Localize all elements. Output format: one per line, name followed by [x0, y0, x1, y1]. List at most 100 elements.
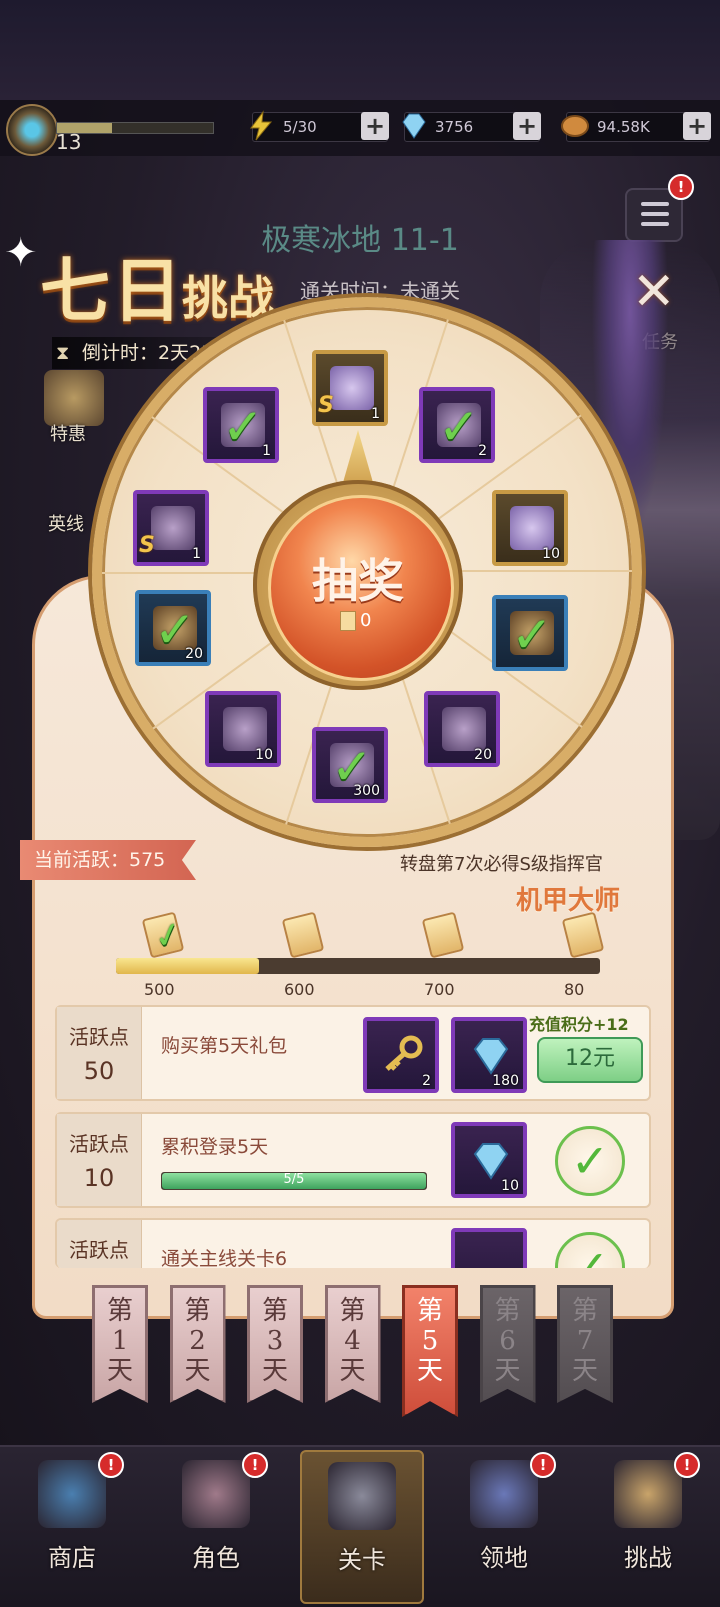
ticket-count-value: 0 [360, 610, 372, 631]
nav-label: 关卡 [338, 1546, 386, 1574]
task-points-label: 活跃点 [69, 1025, 129, 1049]
day-tab-1[interactable]: 第1天 [92, 1285, 148, 1403]
diamond-icon [402, 113, 426, 139]
event-title-seven-days: 七日 [40, 249, 184, 332]
nav-crossed-swords[interactable]: 关卡 [300, 1450, 424, 1604]
task-description: 累积登录5天 [161, 1136, 269, 1158]
reward-qty: 180 [492, 1073, 519, 1089]
nav-shop[interactable]: ! 商店 [12, 1450, 132, 1600]
day-tab-text: 7 [576, 1326, 594, 1356]
wheel-reward-commander-s-portrait-2[interactable]: S1 [133, 490, 209, 566]
wheel-reward-medal[interactable]: ✓ 2 [419, 387, 495, 463]
day-tab-text: 2 [189, 1326, 206, 1356]
wheel-reward-ticket[interactable]: ✓ 1 [203, 387, 279, 463]
wheel-reward-cake[interactable]: 20 [424, 691, 500, 767]
task-points-label: 活跃点 [69, 1238, 129, 1262]
day-tab-3[interactable]: 第3天 [247, 1285, 303, 1403]
add-gold-button[interactable]: + [683, 112, 711, 140]
wheel-reward-crystal-shard[interactable]: 10 [492, 490, 568, 566]
player-level: 13 [56, 130, 82, 154]
day-tab-5[interactable]: 第5天 [402, 1285, 458, 1417]
task-completed-check-icon[interactable]: ✓ [555, 1126, 625, 1196]
task-description: 通关主线关卡6 [161, 1248, 288, 1268]
wheel-reward-blue-chest[interactable]: ✓ 300 [312, 727, 388, 803]
reward-diamond-item[interactable]: 180 [451, 1017, 527, 1093]
add-diamond-button[interactable]: + [513, 112, 541, 140]
spin-ticket-count: 0 [340, 610, 371, 631]
day-tab-text: 第 [494, 1296, 521, 1326]
menu-line [641, 212, 669, 216]
spin-button-label: 抽奖 [312, 554, 404, 608]
diamond-icon [473, 1143, 509, 1180]
energy-value: 5/30 [283, 118, 317, 136]
reward-diamond-item[interactable] [451, 1228, 527, 1268]
nav-label: 挑战 [624, 1544, 672, 1572]
energy-resource: 5/30 + [250, 110, 389, 142]
crossed-swords-icon [328, 1462, 396, 1530]
day-tab-text: 天 [571, 1356, 598, 1386]
wheel-reward-commander-s-portrait[interactable]: S1 [312, 350, 388, 426]
reward-qty: 300 [353, 783, 380, 799]
key-icon [223, 707, 267, 751]
nav-character[interactable]: ! 角色 [156, 1450, 276, 1600]
day-tab-text: 4 [344, 1326, 361, 1356]
activity-progress-bar [116, 958, 600, 974]
task-points-label: 活跃点 [69, 1132, 129, 1156]
stage-title: 极寒冰地 11-1 [261, 223, 459, 258]
task-row: 活跃点 通关主线关卡6 ✓ [55, 1218, 651, 1268]
wheel-reward-book[interactable]: ✓ [492, 595, 568, 671]
wheel-guarantee-text: 转盘第7次必得S级指挥官 [400, 854, 603, 875]
gift-pack-icon[interactable] [44, 370, 104, 426]
day-tab-text: 天 [494, 1356, 521, 1386]
day-tab-text: 1 [111, 1326, 129, 1356]
close-button[interactable]: ✕ [632, 262, 676, 322]
day-tab-2[interactable]: 第2天 [169, 1285, 226, 1403]
reward-diamond-item[interactable]: 10 [451, 1122, 527, 1198]
special-offer-label: 特惠 [50, 424, 86, 445]
character-icon [182, 1460, 250, 1528]
reward-qty: 20 [185, 646, 203, 662]
gold-value: 94.58K [597, 118, 650, 136]
nav-label: 商店 [48, 1544, 96, 1572]
player-level-emblem-icon[interactable] [6, 104, 58, 156]
reward-qty: 1 [371, 406, 380, 422]
nav-label: 角色 [192, 1544, 240, 1572]
s-rank-badge: S [139, 533, 155, 558]
milestone-label: 80 [564, 980, 585, 999]
castle-icon [470, 1460, 538, 1528]
reward-qty: 20 [474, 747, 492, 763]
task-row: 活跃点 10 累积登录5天 5/5 10 ✓ [55, 1112, 651, 1208]
task-completed-check-icon[interactable]: ✓ [555, 1232, 625, 1268]
gold-coin-icon [561, 115, 589, 137]
reward-qty: 2 [478, 443, 487, 459]
day-tab-text: 6 [499, 1326, 516, 1356]
menu-notification-badge: ! [668, 174, 694, 200]
reward-qty: 1 [262, 443, 271, 459]
reward-key-item[interactable]: 2 [363, 1017, 439, 1093]
wheel-reward-green-book[interactable]: ✓ 20 [135, 590, 211, 666]
task-row: 活跃点 50 购买第5天礼包 2 180 充值积分+12 12元 [55, 1005, 651, 1101]
buy-gift-button[interactable]: 12元 [537, 1037, 643, 1083]
collected-check-icon: ✓ [511, 606, 553, 664]
day-tab-6[interactable]: 第6天 [479, 1285, 536, 1403]
activity-ticket-icon[interactable]: ✓ [141, 911, 187, 959]
day-tab-text: 第 [184, 1296, 211, 1326]
wheel-reward-key[interactable]: 10 [205, 691, 281, 767]
nav-castle[interactable]: ! 领地 [444, 1450, 564, 1600]
menu-line [641, 222, 669, 226]
day-tab-text: 第 [261, 1296, 288, 1326]
nav-label: 领地 [480, 1544, 528, 1572]
task-progress-text: 5/5 [283, 1172, 305, 1187]
add-energy-button[interactable]: + [361, 112, 389, 140]
diamond-icon [473, 1038, 509, 1075]
day-tab-7[interactable]: 第7天 [557, 1285, 613, 1403]
day-tab-4[interactable]: 第4天 [324, 1285, 381, 1403]
task-points-box: 活跃点 50 [57, 1007, 142, 1099]
diamond-value: 3756 [435, 118, 474, 136]
nav-challenge-scroll[interactable]: ! 挑战 [588, 1450, 708, 1600]
current-activity-tag: 当前活跃：575 [20, 840, 196, 880]
milestone-label: 600 [284, 980, 315, 999]
reward-qty: 10 [255, 747, 273, 763]
shop-icon [38, 1460, 106, 1528]
key-icon [385, 1035, 423, 1071]
